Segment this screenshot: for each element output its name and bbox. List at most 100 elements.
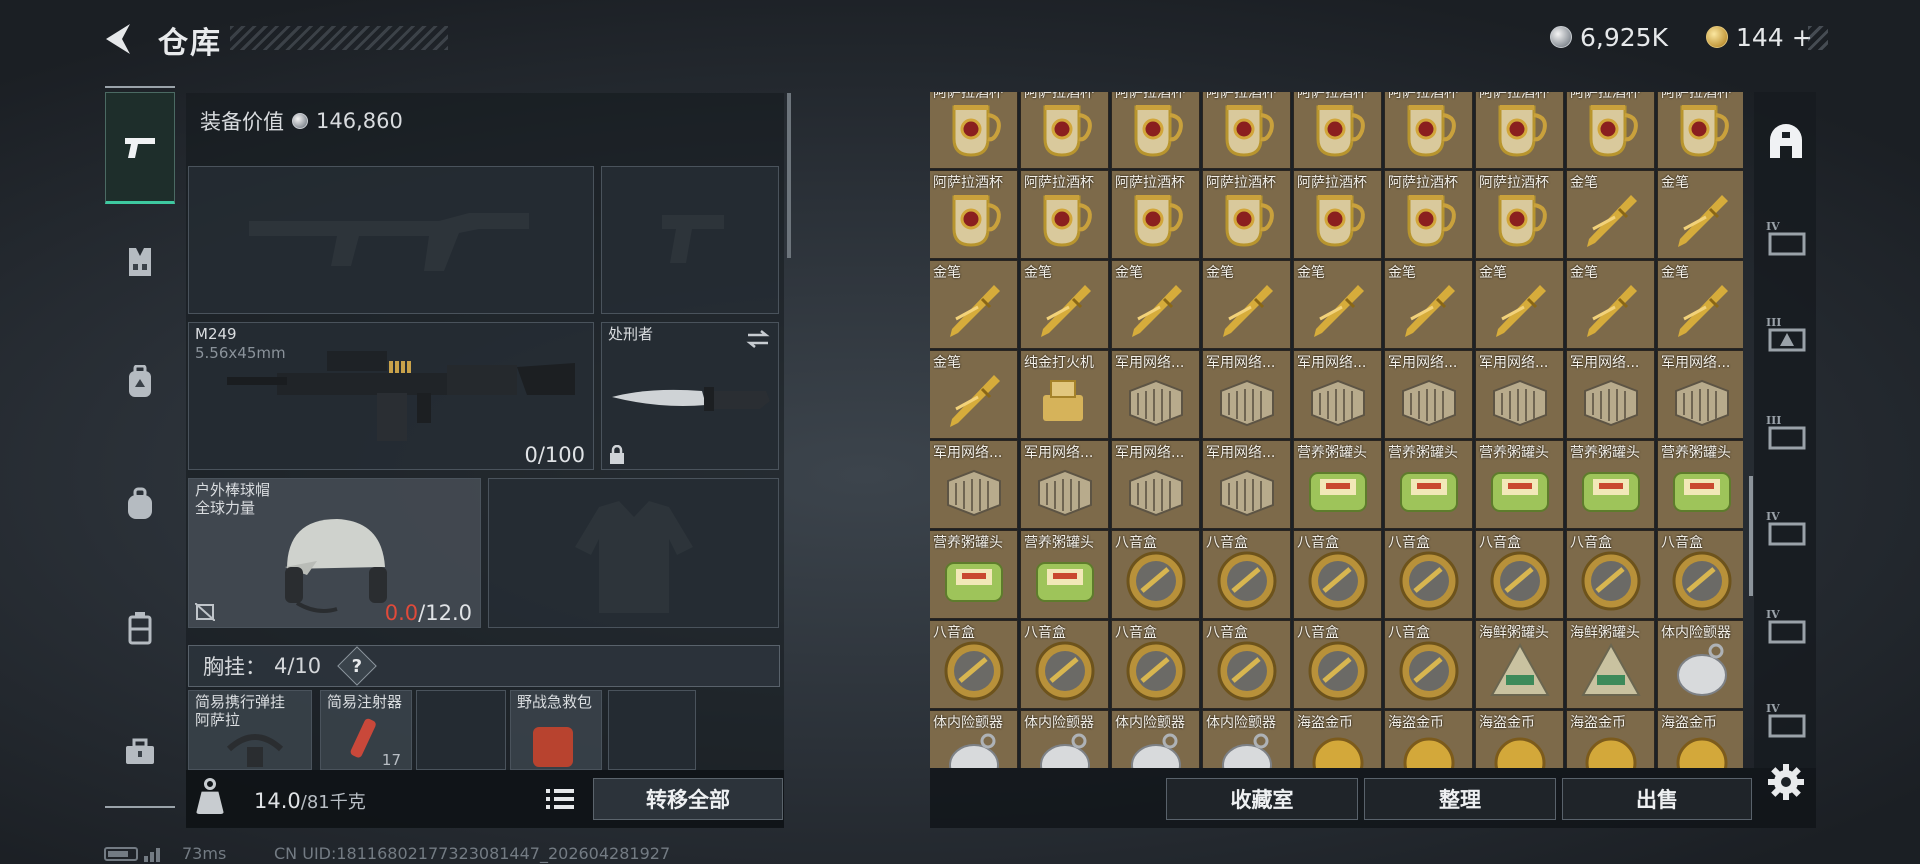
rail-item-backpack[interactable] [105,326,175,438]
storage-item-cell[interactable]: 军用网络... [1566,350,1655,439]
storage-item-cell[interactable]: 阿萨拉酒杯 [1111,170,1200,259]
storage-item-cell[interactable]: 阿萨拉酒杯 [1020,170,1109,259]
rail-item-vest[interactable] [105,206,175,318]
tab-safehouse[interactable] [1760,116,1812,168]
equipment-scrollbar[interactable] [787,93,791,258]
storage-item-cell[interactable]: 八音盒 [1384,530,1473,619]
storage-item-cell[interactable]: 金笔 [1657,260,1743,349]
storage-item-cell[interactable]: 军用网络... [1657,350,1743,439]
storage-item-cell[interactable]: 体内险颤器 [930,710,1018,768]
storage-item-cell[interactable]: 阿萨拉酒杯 [1020,92,1109,169]
storage-item-cell[interactable]: 阿萨拉酒杯 [930,92,1018,169]
storage-item-cell[interactable]: 军用网络... [1384,350,1473,439]
tab-container-iii[interactable]: III [1760,308,1812,360]
storage-item-cell[interactable]: 八音盒 [1293,620,1382,709]
storage-item-cell[interactable]: 阿萨拉酒杯 [1202,170,1291,259]
storage-item-cell[interactable]: 八音盒 [1202,530,1291,619]
storage-item-cell[interactable]: 海盗金币 [1384,710,1473,768]
storage-item-cell[interactable]: 金笔 [1202,260,1291,349]
storage-item-cell[interactable]: 军用网络... [1202,440,1291,529]
storage-item-cell[interactable]: 八音盒 [1566,530,1655,619]
storage-item-cell[interactable]: 军用网络... [1202,350,1291,439]
storage-item-cell[interactable]: 体内险颤器 [1111,710,1200,768]
storage-item-cell[interactable]: 八音盒 [1111,530,1200,619]
storage-item-cell[interactable]: 阿萨拉酒杯 [1202,92,1291,169]
storage-item-cell[interactable]: 阿萨拉酒杯 [1475,92,1564,169]
pouch-slot[interactable]: 简易注射器 17 [320,690,412,770]
pouch-slot[interactable]: 简易携行弹挂 阿萨拉 [188,690,312,770]
storage-item-cell[interactable]: 八音盒 [1384,620,1473,709]
storage-item-cell[interactable]: 军用网络... [1293,350,1382,439]
tab-container-iii-b[interactable]: III [1760,406,1812,458]
storage-item-cell[interactable]: 金笔 [1111,260,1200,349]
storage-item-cell[interactable]: 阿萨拉酒杯 [1384,92,1473,169]
storage-item-cell[interactable]: 海鲜粥罐头 [1566,620,1655,709]
storage-item-cell[interactable]: 军用网络... [1475,350,1564,439]
rail-item-bag[interactable] [105,448,175,560]
storage-item-cell[interactable]: 体内险颤器 [1202,710,1291,768]
storage-item-cell[interactable]: 营养粥罐头 [1293,440,1382,529]
rail-item-case[interactable] [105,572,175,684]
swap-icon[interactable] [746,329,770,349]
storage-item-cell[interactable]: 营养粥罐头 [1020,530,1109,619]
storage-item-cell[interactable]: 营养粥罐头 [1566,440,1655,529]
chest-rig-bar[interactable]: 胸挂： 4/10 ? [188,645,780,687]
organize-button[interactable]: 整理 [1364,778,1556,820]
storage-item-cell[interactable]: 体内险颤器 [1020,710,1109,768]
list-icon[interactable] [544,785,576,813]
storage-item-cell[interactable]: 金笔 [1566,170,1655,259]
secondary-weapon-slot-empty[interactable] [601,166,779,314]
gold-currency[interactable]: 144 + [1706,22,1813,52]
storage-item-cell[interactable]: 金笔 [1566,260,1655,349]
storage-item-cell[interactable]: 八音盒 [1202,620,1291,709]
gear-icon[interactable] [1766,762,1806,802]
storage-item-cell[interactable]: 军用网络... [930,440,1018,529]
storage-item-cell[interactable]: 纯金打火机 [1020,350,1109,439]
storage-item-cell[interactable]: 金笔 [1020,260,1109,349]
storage-item-cell[interactable]: 营养粥罐头 [930,530,1018,619]
tab-container-iv-d[interactable]: IV [1760,694,1812,746]
storage-item-cell[interactable]: 军用网络... [1020,440,1109,529]
pouch-slot-empty[interactable] [608,690,696,770]
melee-weapon-slot[interactable]: 处刑者 [601,322,779,470]
storage-item-cell[interactable]: 军用网络... [1111,440,1200,529]
storage-item-cell[interactable]: 阿萨拉酒杯 [930,170,1018,259]
transfer-all-button[interactable]: 转移全部 [593,778,783,820]
storage-item-cell[interactable]: 金笔 [1657,170,1743,259]
storage-item-cell[interactable]: 金笔 [930,260,1018,349]
helmet-slot[interactable]: 户外棒球帽 全球力量 0.0/12.0 [188,478,481,628]
storage-item-cell[interactable]: 海盗金币 [1475,710,1564,768]
storage-grid[interactable]: 阿萨拉酒杯 阿萨拉酒杯 阿萨拉酒杯 阿萨拉酒杯 阿萨拉酒杯 阿萨拉酒杯 阿萨拉酒杯 阿萨拉酒杯… [930,92,1743,768]
pouch-slot[interactable]: 野战急救包 [510,690,602,770]
storage-item-cell[interactable]: 阿萨拉酒杯 [1657,92,1743,169]
storage-item-cell[interactable]: 八音盒 [1293,530,1382,619]
rail-item-toolbox[interactable] [105,696,175,808]
storage-item-cell[interactable]: 金笔 [1475,260,1564,349]
storage-item-cell[interactable]: 八音盒 [1657,530,1743,619]
collection-room-button[interactable]: 收藏室 [1166,778,1358,820]
storage-item-cell[interactable]: 海盗金币 [1566,710,1655,768]
pouch-slot-empty[interactable] [416,690,506,770]
storage-item-cell[interactable]: 海盗金币 [1293,710,1382,768]
storage-item-cell[interactable]: 营养粥罐头 [1657,440,1743,529]
storage-item-cell[interactable]: 营养粥罐头 [1384,440,1473,529]
help-button[interactable]: ? [337,646,377,686]
storage-item-cell[interactable]: 阿萨拉酒杯 [1384,170,1473,259]
primary-weapon-slot-empty[interactable] [188,166,594,314]
storage-scrollbar[interactable] [1749,476,1753,596]
storage-item-cell[interactable]: 阿萨拉酒杯 [1475,170,1564,259]
storage-item-cell[interactable]: 营养粥罐头 [1475,440,1564,529]
storage-item-cell[interactable]: 金笔 [1293,260,1382,349]
storage-item-cell[interactable]: 阿萨拉酒杯 [1111,92,1200,169]
rail-item-firearms[interactable] [105,92,175,204]
storage-item-cell[interactable]: 八音盒 [1475,530,1564,619]
storage-item-cell[interactable]: 海鲜粥罐头 [1475,620,1564,709]
armor-slot-empty[interactable] [488,478,779,628]
storage-item-cell[interactable]: 阿萨拉酒杯 [1293,92,1382,169]
storage-item-cell[interactable]: 金笔 [1384,260,1473,349]
tab-container-iv-c[interactable]: IV [1760,600,1812,652]
storage-item-cell[interactable]: 八音盒 [1111,620,1200,709]
storage-item-cell[interactable]: 体内险颤器 [1657,620,1743,709]
storage-item-cell[interactable]: 八音盒 [1020,620,1109,709]
tab-container-iv[interactable]: IV [1760,212,1812,264]
